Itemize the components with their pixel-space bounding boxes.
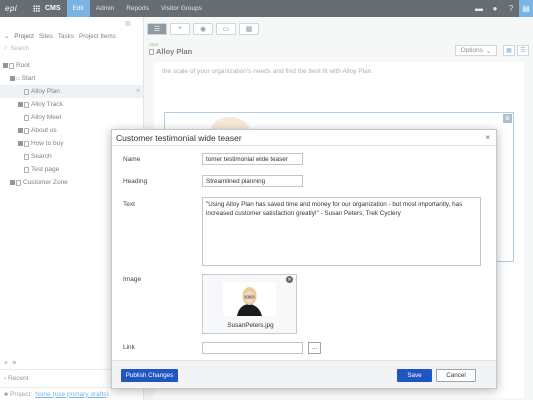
image-filename: SusanPeters.jpg [227,322,274,329]
heading-label: Heading [123,178,148,185]
link-field[interactable] [202,342,303,354]
cancel-button[interactable]: Cancel [436,369,476,382]
close-icon[interactable]: × [485,133,490,142]
dialog-header: Customer testimonial wide teaser × [112,130,496,146]
text-field[interactable]: "Using Alloy Plan has saved time and mon… [202,197,481,266]
image-label: Image [123,276,142,283]
browse-link-button[interactable]: ... [308,342,321,354]
image-thumbnail [223,282,276,316]
image-picker[interactable]: ✕ SusanPeters.jpg [202,274,297,334]
heading-field[interactable]: Streamlined planning [202,175,303,187]
edit-block-dialog: Customer testimonial wide teaser × Name … [111,129,497,389]
save-button[interactable]: Save [397,369,432,382]
dialog-footer: Publish Changes Save Cancel [112,360,496,388]
name-label: Name [123,156,141,163]
name-field[interactable]: tomer testimonial wide teaser [202,153,303,165]
dialog-title: Customer testimonial wide teaser [116,132,242,143]
link-label: Link [123,344,135,351]
text-label: Text [123,201,135,208]
remove-image-icon[interactable]: ✕ [286,276,293,283]
publish-changes-button[interactable]: Publish Changes [121,369,178,382]
